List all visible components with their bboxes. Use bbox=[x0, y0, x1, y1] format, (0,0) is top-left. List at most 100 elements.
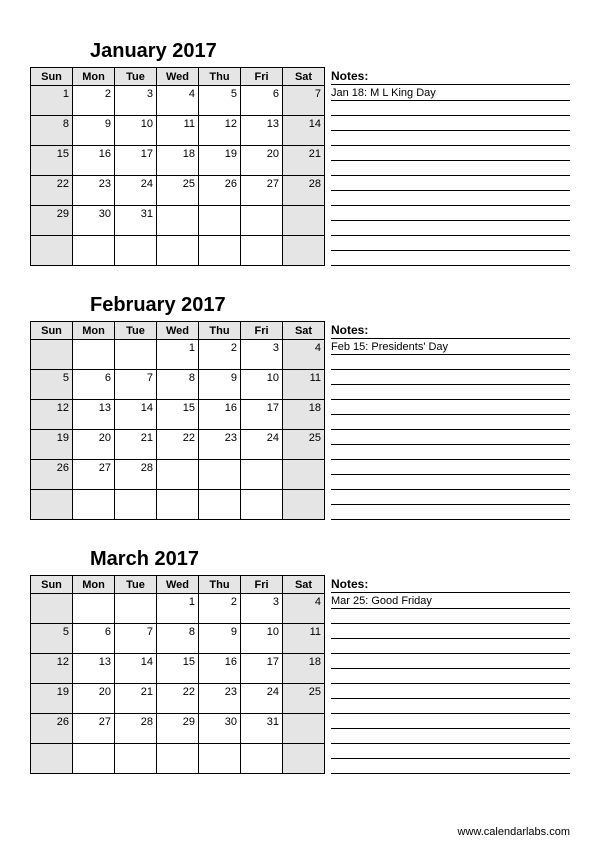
calendar-day bbox=[115, 236, 157, 266]
day-header: Sat bbox=[283, 576, 325, 594]
calendar-day bbox=[115, 744, 157, 774]
calendar-grid: SunMonTueWedThuFriSat1234567891011121314… bbox=[30, 575, 325, 774]
calendar-day: 10 bbox=[241, 624, 283, 654]
month-title: February 2017 bbox=[30, 294, 570, 317]
calendar-day: 13 bbox=[73, 400, 115, 430]
note-line bbox=[331, 146, 570, 161]
calendar-day bbox=[73, 594, 115, 624]
calendar-day: 26 bbox=[199, 176, 241, 206]
calendar-day bbox=[283, 236, 325, 266]
calendar-day: 12 bbox=[199, 116, 241, 146]
calendar-day: 2 bbox=[199, 594, 241, 624]
calendar-day: 26 bbox=[31, 714, 73, 744]
calendar-day: 13 bbox=[73, 654, 115, 684]
calendar-day bbox=[283, 460, 325, 490]
calendar-day: 2 bbox=[73, 86, 115, 116]
note-line bbox=[331, 624, 570, 639]
calendar-day: 7 bbox=[115, 624, 157, 654]
calendar-day: 27 bbox=[73, 460, 115, 490]
calendar-day bbox=[157, 206, 199, 236]
calendar-day: 17 bbox=[115, 146, 157, 176]
note-line bbox=[331, 639, 570, 654]
day-header: Mon bbox=[73, 576, 115, 594]
calendar-day: 4 bbox=[283, 340, 325, 370]
day-header: Sat bbox=[283, 68, 325, 86]
calendar-day: 31 bbox=[241, 714, 283, 744]
calendar-day: 8 bbox=[157, 624, 199, 654]
calendar-day: 29 bbox=[157, 714, 199, 744]
calendar-day bbox=[73, 490, 115, 520]
notes-column: Notes:Mar 25: Good Friday bbox=[331, 575, 570, 774]
calendar-day bbox=[199, 206, 241, 236]
calendar-day: 7 bbox=[115, 370, 157, 400]
calendar-week: 891011121314 bbox=[31, 116, 325, 146]
calendar-day: 21 bbox=[115, 430, 157, 460]
calendar-day: 28 bbox=[115, 714, 157, 744]
calendar-day: 22 bbox=[157, 430, 199, 460]
calendar-day bbox=[31, 744, 73, 774]
calendar-day: 28 bbox=[283, 176, 325, 206]
note-line bbox=[331, 355, 570, 370]
calendar-week: 12131415161718 bbox=[31, 654, 325, 684]
calendar-day: 17 bbox=[241, 654, 283, 684]
calendar-week: 262728293031 bbox=[31, 714, 325, 744]
month-block: February 2017SunMonTueWedThuFriSat123456… bbox=[30, 294, 570, 520]
calendar-week: 567891011 bbox=[31, 624, 325, 654]
calendar-day bbox=[199, 744, 241, 774]
calendar-day bbox=[31, 594, 73, 624]
calendar-day: 27 bbox=[73, 714, 115, 744]
note-line bbox=[331, 460, 570, 475]
calendar-day: 8 bbox=[157, 370, 199, 400]
day-header: Tue bbox=[115, 576, 157, 594]
calendar-day: 5 bbox=[199, 86, 241, 116]
calendar-day: 1 bbox=[157, 340, 199, 370]
day-header: Sat bbox=[283, 322, 325, 340]
calendar-day: 20 bbox=[73, 684, 115, 714]
note-line bbox=[331, 176, 570, 191]
note-line bbox=[331, 161, 570, 176]
day-header: Tue bbox=[115, 68, 157, 86]
notes-header: Notes: bbox=[331, 321, 570, 339]
calendar-grid: SunMonTueWedThuFriSat1234567891011121314… bbox=[30, 67, 325, 266]
calendar-day: 15 bbox=[157, 400, 199, 430]
calendar-day bbox=[31, 490, 73, 520]
calendar-day: 5 bbox=[31, 624, 73, 654]
note-line bbox=[331, 699, 570, 714]
calendar-week: 1234567 bbox=[31, 86, 325, 116]
calendar-day: 6 bbox=[73, 370, 115, 400]
calendar-day bbox=[199, 490, 241, 520]
day-header: Thu bbox=[199, 576, 241, 594]
calendar-day bbox=[241, 206, 283, 236]
calendar-day bbox=[115, 490, 157, 520]
calendar-day: 19 bbox=[31, 684, 73, 714]
calendar-day: 24 bbox=[241, 430, 283, 460]
note-line bbox=[331, 131, 570, 146]
month-title: March 2017 bbox=[30, 548, 570, 571]
calendar-day bbox=[241, 744, 283, 774]
note-line bbox=[331, 400, 570, 415]
note-line bbox=[331, 654, 570, 669]
calendar-day: 16 bbox=[73, 146, 115, 176]
footer-credit: www.calendarlabs.com bbox=[0, 822, 600, 848]
calendar-day bbox=[115, 340, 157, 370]
calendar-week: 15161718192021 bbox=[31, 146, 325, 176]
calendar-day: 11 bbox=[283, 624, 325, 654]
calendar-day: 7 bbox=[283, 86, 325, 116]
calendar-day bbox=[157, 460, 199, 490]
calendar-day: 21 bbox=[115, 684, 157, 714]
calendar-day: 5 bbox=[31, 370, 73, 400]
day-header: Sun bbox=[31, 68, 73, 86]
calendar-day: 14 bbox=[283, 116, 325, 146]
calendar-week bbox=[31, 236, 325, 266]
note-line bbox=[331, 370, 570, 385]
calendar-day: 4 bbox=[283, 594, 325, 624]
calendar-week: 262728 bbox=[31, 460, 325, 490]
note-line bbox=[331, 759, 570, 774]
calendar-day: 22 bbox=[157, 684, 199, 714]
calendar-day bbox=[283, 206, 325, 236]
month-title: January 2017 bbox=[30, 40, 570, 63]
notes-header: Notes: bbox=[331, 575, 570, 593]
calendar-day: 18 bbox=[283, 654, 325, 684]
calendar-day: 6 bbox=[73, 624, 115, 654]
month-block: March 2017SunMonTueWedThuFriSat123456789… bbox=[30, 548, 570, 774]
